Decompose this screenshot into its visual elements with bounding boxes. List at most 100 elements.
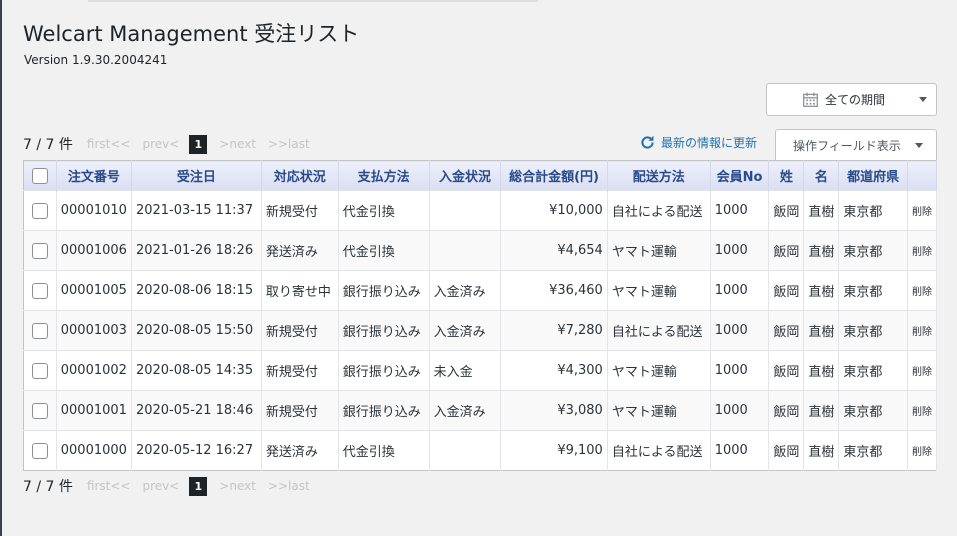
- first-name: 直樹: [803, 190, 840, 231]
- row-checkbox[interactable]: [31, 442, 48, 459]
- total-amount: ¥36,460: [500, 270, 608, 311]
- pagination-bottom: 7 / 7 件 first<< prev< 1 >next >>last: [23, 476, 322, 496]
- table-row: 00001005 2020-08-06 18:15 取り寄せ中 銀行振り込み 入金済み ¥…: [23, 270, 938, 311]
- status: 発送済み: [261, 230, 339, 271]
- delivery-method: ヤマト運輸: [607, 390, 711, 431]
- top-divider: [88, 0, 538, 2]
- member-no: 1000: [710, 190, 770, 231]
- order-date: 2020-08-06 18:15: [131, 270, 262, 311]
- payment-method: 銀行振り込み: [338, 390, 430, 431]
- field-display-button[interactable]: 操作フィールド表示: [775, 129, 937, 160]
- col-member-no[interactable]: 会員No: [710, 160, 770, 191]
- last-name: 飯岡: [768, 230, 805, 271]
- table-row: 00001001 2020-05-21 18:46 新規受付 銀行振り込み 入金済み ¥3…: [23, 390, 938, 431]
- last-page-link[interactable]: >>last: [268, 479, 310, 493]
- last-name: 飯岡: [768, 190, 805, 231]
- order-number-link[interactable]: 00001002: [56, 350, 132, 391]
- order-number-link[interactable]: 00001006: [56, 230, 132, 271]
- row-select-cell: [23, 270, 57, 311]
- last-name: 飯岡: [768, 270, 805, 311]
- prev-page-link[interactable]: prev<: [142, 137, 179, 151]
- orders-table-body: 00001010 2021-03-15 11:37 新規受付 代金引換 ¥10,000 自…: [23, 190, 938, 471]
- col-total[interactable]: 総合計金額(円): [500, 160, 608, 191]
- delete-link[interactable]: 削除: [907, 350, 938, 391]
- row-select-cell: [23, 230, 57, 271]
- payment-method: 銀行振り込み: [338, 310, 430, 351]
- order-number-link[interactable]: 00001001: [56, 390, 132, 431]
- col-status[interactable]: 対応状況: [261, 160, 339, 191]
- row-checkbox[interactable]: [31, 282, 48, 299]
- paid-status: 入金済み: [429, 310, 502, 351]
- delete-link[interactable]: 削除: [907, 190, 938, 231]
- period-filter-value: 全ての期間: [825, 93, 886, 107]
- paid-status: 入金済み: [429, 390, 502, 431]
- delete-link[interactable]: 削除: [907, 430, 938, 471]
- item-count: 7 / 7 件: [23, 137, 73, 153]
- refresh-link[interactable]: 最新の情報に更新: [639, 134, 757, 151]
- total-amount: ¥4,300: [500, 350, 608, 391]
- row-checkbox[interactable]: [31, 322, 48, 339]
- order-number-link[interactable]: 00001010: [56, 190, 132, 231]
- current-page: 1: [189, 476, 208, 496]
- prefecture: 東京都: [838, 350, 908, 391]
- paid-status: [429, 190, 502, 231]
- table-row: 00001000 2020-05-12 16:27 発送済み 代金引換 ¥9,100 自社…: [23, 430, 938, 471]
- row-checkbox[interactable]: [31, 202, 48, 219]
- last-name: 飯岡: [768, 430, 805, 471]
- member-no: 1000: [710, 310, 770, 351]
- row-select-cell: [23, 190, 57, 231]
- delete-link[interactable]: 削除: [907, 270, 938, 311]
- order-date: 2021-01-26 18:26: [131, 230, 262, 271]
- prev-page-link[interactable]: prev<: [142, 479, 179, 493]
- table-row: 00001010 2021-03-15 11:37 新規受付 代金引換 ¥10,000 自…: [23, 190, 938, 231]
- select-all-checkbox[interactable]: [31, 167, 48, 184]
- paid-status: [429, 430, 502, 471]
- row-checkbox[interactable]: [31, 242, 48, 259]
- delete-link[interactable]: 削除: [907, 390, 938, 431]
- current-page: 1: [189, 134, 208, 154]
- next-page-link[interactable]: >next: [219, 137, 256, 151]
- status: 新規受付: [261, 310, 339, 351]
- first-name: 直樹: [803, 270, 840, 311]
- first-page-link[interactable]: first<<: [87, 479, 131, 493]
- status: 発送済み: [261, 430, 339, 471]
- delete-link[interactable]: 削除: [907, 230, 938, 271]
- payment-method: 代金引換: [338, 230, 430, 271]
- order-date: 2021-03-15 11:37: [131, 190, 262, 231]
- first-name: 直樹: [803, 310, 840, 351]
- col-order-number[interactable]: 注文番号: [56, 160, 132, 191]
- last-page-link[interactable]: >>last: [268, 137, 310, 151]
- col-prefecture[interactable]: 都道府県: [838, 160, 908, 191]
- row-checkbox[interactable]: [31, 402, 48, 419]
- col-paid-status[interactable]: 入金状況: [429, 160, 502, 191]
- col-payment[interactable]: 支払方法: [338, 160, 430, 191]
- order-number-link[interactable]: 00001005: [56, 270, 132, 311]
- order-number-link[interactable]: 00001000: [56, 430, 132, 471]
- order-number-link[interactable]: 00001003: [56, 310, 132, 351]
- member-no: 1000: [710, 390, 770, 431]
- delete-link[interactable]: 削除: [907, 310, 938, 351]
- total-amount: ¥4,654: [500, 230, 608, 271]
- paid-status: 未入金: [429, 350, 502, 391]
- total-amount: ¥9,100: [500, 430, 608, 471]
- col-delivery[interactable]: 配送方法: [607, 160, 711, 191]
- delivery-method: ヤマト運輸: [607, 350, 711, 391]
- period-filter-select[interactable]: 全ての期間: [766, 83, 937, 116]
- row-checkbox[interactable]: [31, 362, 48, 379]
- col-actions: [907, 160, 938, 191]
- last-name: 飯岡: [768, 350, 805, 391]
- last-name: 飯岡: [768, 310, 805, 351]
- first-name: 直樹: [803, 230, 840, 271]
- col-order-date[interactable]: 受注日: [131, 160, 262, 191]
- col-first-name[interactable]: 名: [803, 160, 840, 191]
- next-page-link[interactable]: >next: [219, 479, 256, 493]
- status: 取り寄せ中: [261, 270, 339, 311]
- delivery-method: 自社による配送: [607, 430, 711, 471]
- col-last-name[interactable]: 姓: [768, 160, 805, 191]
- prefecture: 東京都: [838, 270, 908, 311]
- order-date: 2020-05-12 16:27: [131, 430, 262, 471]
- status: 新規受付: [261, 390, 339, 431]
- refresh-label: 最新の情報に更新: [661, 136, 758, 150]
- first-page-link[interactable]: first<<: [87, 137, 131, 151]
- first-name: 直樹: [803, 390, 840, 431]
